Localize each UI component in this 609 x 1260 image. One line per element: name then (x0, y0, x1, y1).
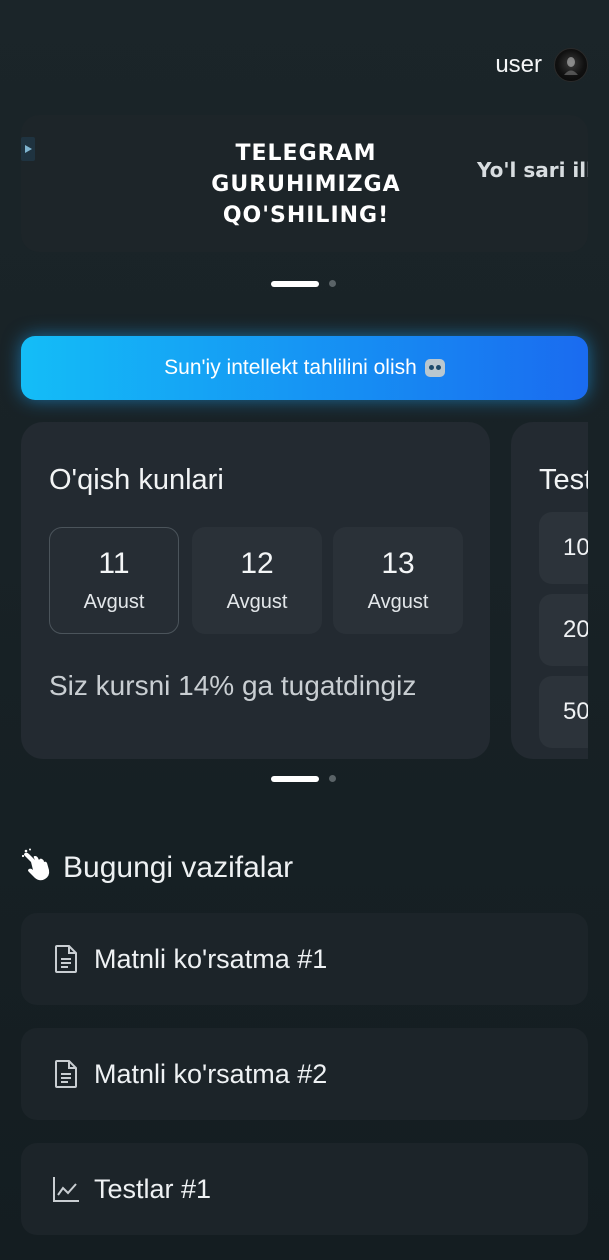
tests-card[interactable]: Testlar 10 20 50 (511, 422, 588, 759)
pagination-dot-active[interactable] (271, 280, 319, 287)
avatar-photo-icon (564, 57, 578, 75)
pagination-dot[interactable] (329, 775, 336, 782)
section-title: Bugungi vazifalar (21, 848, 293, 888)
task-item[interactable]: Matnli ko'rsatma #1 (21, 913, 588, 1005)
day-item[interactable]: 12 Avgust (192, 527, 322, 634)
task-label: Matnli ko'rsatma #2 (94, 1058, 328, 1089)
day-item[interactable]: 13 Avgust (333, 527, 463, 634)
day-number: 13 (381, 547, 415, 580)
ai-analysis-button[interactable]: Sun'iy intellekt tahlilini olish (21, 336, 588, 400)
day-number: 12 (240, 547, 274, 580)
chart-line-icon (52, 1173, 80, 1205)
document-icon (52, 943, 80, 975)
card-title: O'qish kunlari (49, 464, 224, 496)
stats-pagination (271, 775, 336, 782)
stats-carousel[interactable]: O'qish kunlari 11 Avgust 12 Avgust 13 Av… (21, 422, 588, 759)
banner-slide[interactable]: Telegram guruhimizga qo'shiling! Yo'l sa… (21, 115, 588, 252)
test-option[interactable]: 10 (539, 512, 588, 584)
task-item[interactable]: Matnli ko'rsatma #2 (21, 1028, 588, 1120)
reading-days-card: O'qish kunlari 11 Avgust 12 Avgust 13 Av… (21, 422, 490, 759)
banner-next-title: Yo'l sari ilk (477, 158, 588, 182)
ai-analysis-label: Sun'iy intellekt tahlilini olish (164, 356, 417, 379)
banner-pagination (271, 280, 336, 287)
course-progress-text: Siz kursni 14% ga tugatdingiz (49, 670, 417, 701)
task-item[interactable]: Testlar #1 (21, 1143, 588, 1235)
banner-title: Telegram guruhimizga qo'shiling! (211, 141, 401, 228)
day-month: Avgust (83, 591, 145, 613)
section-title-text: Bugungi vazifalar (63, 851, 294, 884)
pagination-dot[interactable] (329, 280, 336, 287)
day-month: Avgust (226, 591, 288, 613)
test-option[interactable]: 50 (539, 676, 588, 748)
play-icon (21, 137, 35, 161)
app-screen: user Telegram guruhimizga qo'shiling! Yo… (0, 0, 609, 1260)
avatar[interactable] (554, 48, 588, 82)
robot-icon (424, 359, 445, 377)
pagination-dot-active[interactable] (271, 775, 319, 782)
day-item[interactable]: 11 Avgust (49, 527, 179, 634)
user-header: user (495, 48, 588, 82)
test-option[interactable]: 20 (539, 594, 588, 666)
task-label: Testlar #1 (94, 1173, 212, 1204)
document-icon (52, 1058, 80, 1090)
day-month: Avgust (367, 591, 429, 613)
card-title: Testlar (539, 464, 588, 496)
day-number: 11 (98, 547, 130, 580)
pointing-hand-icon (21, 848, 53, 888)
username-label: user (495, 51, 542, 78)
task-label: Matnli ko'rsatma #1 (94, 943, 328, 974)
banner-carousel[interactable]: Telegram guruhimizga qo'shiling! Yo'l sa… (21, 115, 588, 252)
